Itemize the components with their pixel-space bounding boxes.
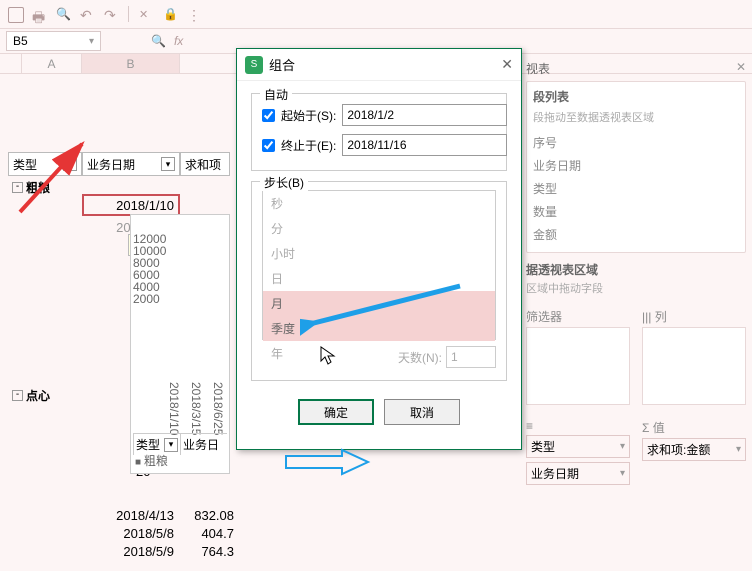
step-fieldset: 步长(B) 秒 分 小时 日 月 季度 年 天数(N): 1 [251,181,507,381]
step-option-minutes[interactable]: 分 [263,216,495,241]
annotation-blue-arrow [300,282,470,342]
value-field-sum[interactable]: 求和项:金额▾ [642,438,746,461]
undo-icon[interactable] [80,7,94,21]
cancel-button[interactable]: 取消 [384,399,460,425]
clear-icon[interactable] [139,7,153,21]
row-field-type[interactable]: 类型▾ [526,435,630,458]
col-header-A[interactable]: A [22,54,82,73]
field-item[interactable]: 类型 [533,177,739,200]
group-dialog: S 组合 ✕ 自动 起始于(S): 终止于(E): 步长(B) 秒 分 小时 日 [236,48,522,450]
pivot-group-row[interactable]: -点心 [8,384,82,406]
dialog-titlebar[interactable]: S 组合 ✕ [237,49,521,81]
name-box-value: B5 [13,34,28,48]
print-icon[interactable] [32,7,46,21]
preview-icon[interactable] [56,7,70,21]
quick-access-toolbar [0,0,752,28]
end-checkbox[interactable] [262,139,275,152]
close-icon[interactable]: ✕ [736,60,746,77]
step-option-hours[interactable]: 小时 [263,241,495,266]
redo-icon[interactable] [104,7,118,21]
name-box-dropdown-icon: ▾ [89,36,94,47]
col-header-B[interactable]: B [82,54,180,73]
column-drop-area[interactable] [642,327,746,405]
chart-filter-type[interactable]: 类型 [133,434,180,455]
step-option-seconds[interactable]: 秒 [263,191,495,216]
pivot-field-panel: 视表✕ 段列表 段拖动至数据透视表区域 序号 业务日期 类型 数量 金额 据透视… [526,56,746,489]
start-checkbox[interactable] [262,109,275,122]
lock-icon[interactable] [163,7,177,21]
field-item[interactable]: 序号 [533,131,739,154]
end-date-input[interactable] [342,134,507,156]
app-logo-icon: S [245,56,263,74]
embedded-chart[interactable]: 12000100008000600040002000 2018/1/102018… [130,214,230,474]
chart-x-axis: 2018/1/102018/3/152018/6/25 [167,382,225,435]
close-icon[interactable]: ✕ [501,56,513,73]
chart-footer: 类型 业务日 [133,433,227,455]
table-row[interactable]: 2018/5/9764.3 [8,540,240,562]
chart-y-axis: 12000100008000600040002000 [133,233,166,305]
field-item[interactable]: 业务日期 [533,154,739,177]
magnifier-icon[interactable]: 🔍 [151,34,166,48]
field-list-section: 段列表 段拖动至数据透视表区域 序号 业务日期 类型 数量 金额 [526,81,746,253]
select-all-corner[interactable] [0,54,22,73]
fx-label: fx [174,34,183,48]
filter-drop-area[interactable] [526,327,630,405]
days-spinner: 1 [446,346,496,368]
row-field-date[interactable]: 业务日期▾ [526,462,630,485]
field-item[interactable]: 金额 [533,223,739,246]
start-date-input[interactable] [342,104,507,126]
chart-filter-date[interactable]: 业务日 [180,434,227,455]
filter-dropdown-icon[interactable] [161,157,175,171]
auto-fieldset: 自动 起始于(S): 终止于(E): [251,93,507,171]
separator [128,6,129,22]
ok-button[interactable]: 确定 [298,399,374,425]
more-icon[interactable] [187,7,201,21]
fx-area: 🔍 fx [151,34,183,48]
name-box[interactable]: B5 ▾ [6,31,101,51]
pivot-header-date[interactable]: 业务日期 [82,152,180,176]
annotation-hollow-arrow [282,448,372,478]
save-icon[interactable] [8,7,22,21]
mouse-cursor-icon [320,346,336,371]
annotation-red-arrow [16,136,96,216]
collapse-icon[interactable]: - [12,390,23,401]
dialog-title: 组合 [269,55,295,74]
pivot-header-sum: 求和项 [180,152,230,176]
field-item[interactable]: 数量 [533,200,739,223]
